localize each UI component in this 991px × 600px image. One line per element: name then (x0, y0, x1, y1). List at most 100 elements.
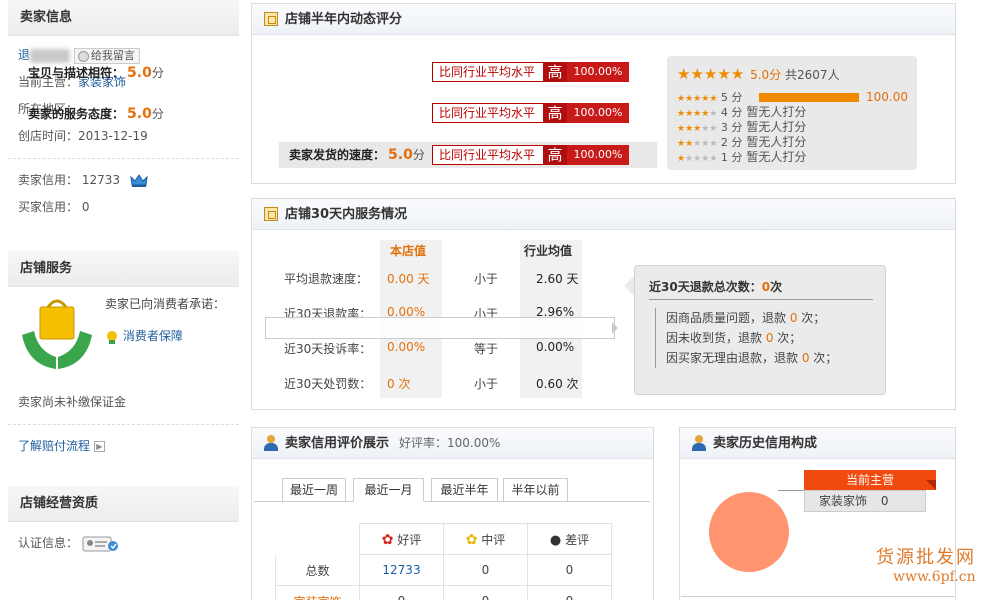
summary-unit: 分 (769, 68, 782, 82)
dsr-percent: 100.00% (567, 145, 629, 165)
service-relation: 小于 (474, 272, 499, 286)
floating-bar[interactable] (265, 317, 615, 339)
cert-row: 认证信息： (8, 530, 239, 557)
store-service-body: 卖家已向消费者承诺： 消费者保障 (8, 293, 239, 389)
reason-suffix: 次； (809, 351, 838, 365)
distribution-value: 暂无人打分 (746, 150, 807, 164)
small-star-icon: ★ (701, 94, 710, 104)
good-rate: 好评率：100.00% (399, 436, 501, 450)
rating-distribution: ★★★★★ 5.0分 共2607人 ★★★★★ 5 分 100.00 ★★★★★ 4… (667, 56, 917, 170)
distribution-label: 4 分 (720, 106, 743, 119)
buyer-credit-label: 买家信用： (18, 200, 79, 214)
star-icon: ★ (677, 65, 691, 83)
legend-connector (778, 490, 806, 491)
table-header-row: ✿ 好评 ✿ 中评 ● 差评 (275, 523, 612, 555)
refund-total-label: 近30天退款总次数： (649, 280, 762, 294)
empty-cell (275, 523, 360, 555)
tab-half-year[interactable]: 最近半年 (431, 478, 498, 502)
small-star-icon: ★ (693, 154, 702, 164)
cat-bad: 0 (527, 585, 612, 600)
history-panel-header: 卖家历史信用构成 (680, 428, 955, 459)
certification-card-icon[interactable] (82, 535, 122, 553)
compensation-process-link[interactable]: 了解赔付流程 (18, 439, 90, 453)
distribution-label: 3 分 (720, 121, 743, 134)
guarantee-badge-icon (107, 330, 117, 344)
good-label: 好评 (397, 532, 422, 547)
small-star-icon: ★ (685, 124, 694, 134)
dsr-unit: 分 (151, 66, 164, 80)
dsr-label: 卖家发货的速度： (289, 148, 386, 162)
pie-slice (709, 492, 789, 572)
service-store-value: 0.00% (387, 340, 426, 354)
legend-title: 当前主营 (804, 470, 936, 490)
tab-month[interactable]: 最近一月 (353, 478, 424, 502)
small-star-icon: ★ (685, 139, 694, 149)
user-icon (692, 435, 706, 451)
dsr-compare-text: 比同行业平均水平 (439, 65, 536, 79)
store-service-title: 店铺服务 (8, 251, 239, 287)
floating-bar-arrow (612, 322, 618, 334)
reason-text: 因买家无理由退款，退款 (666, 351, 802, 365)
distribution-label: 1 分 (720, 151, 743, 164)
history-divider (681, 596, 954, 597)
chevron-right-icon[interactable]: ▶ (93, 441, 105, 452)
small-star-icon: ★ (701, 154, 710, 164)
dsr-unit: 分 (151, 107, 164, 121)
crown-icon[interactable] (130, 173, 148, 188)
small-star-icon: ★ (685, 109, 694, 119)
compensation-row: 了解赔付流程 ▶ (8, 433, 239, 460)
refund-reasons: 因商品质量问题，退款 0 次； 因未收到货，退款 0 次； 因买家无理由退款，退款 … (655, 308, 837, 368)
refund-total-unit: 次 (770, 280, 783, 294)
cert-label: 认证信息： (18, 536, 79, 550)
distribution-value: 暂无人打分 (746, 135, 807, 149)
total-good[interactable]: 12733 (359, 554, 444, 586)
refund-reason: 因商品质量问题，退款 0 次； (666, 308, 837, 328)
small-star-icon: ★ (693, 124, 702, 134)
cat-mid: 0 (443, 585, 528, 600)
total-good-link[interactable]: 12733 (382, 563, 420, 577)
service-industry-value: 0.00% (536, 340, 575, 354)
service-industry-value: 2.60 天 (536, 272, 579, 286)
distribution-row: ★★★★★ 1 分暂无人打分 (677, 150, 913, 165)
mid-header: ✿ 中评 (443, 523, 528, 555)
small-star-icon: ★ (709, 139, 718, 149)
history-title: 卖家历史信用构成 (713, 436, 818, 451)
dsr-row: 卖家的服务态度： 5.0分 比同行业平均水平 高 100.00% (28, 101, 629, 127)
dsr-percent: 100.00% (567, 103, 629, 123)
service30-panel-header: 店铺30天内服务情况 (252, 199, 955, 230)
created-row: 创店时间：2013-12-19 (8, 123, 239, 150)
distribution-bar (759, 93, 859, 102)
small-star-icon: ★ (677, 154, 686, 164)
legend-row: 家装家饰 0 (804, 490, 926, 512)
dsr-percent: 100.00% (567, 62, 629, 82)
summary-count: 共2607人 (785, 68, 840, 82)
distribution-list: ★★★★★ 5 分 100.00 ★★★★★ 4 分暂无人打分 ★★★★★ 3 分暂无… (677, 90, 913, 165)
dsr-title: 店铺半年内动态评分 (285, 12, 403, 27)
small-star-icon: ★ (709, 124, 718, 134)
credit-pie-chart (709, 492, 789, 572)
service-row-label: 近30天投诉率： (284, 342, 372, 356)
legend-value: 0 (880, 494, 889, 508)
user-icon (264, 435, 278, 451)
small-star-icon: ★ (685, 94, 694, 104)
bad-header: ● 差评 (527, 523, 612, 555)
cat-good: 0 (359, 585, 444, 600)
dsr-level: 高 (543, 103, 567, 123)
row-label: 家装家饰 (275, 585, 360, 600)
reason-text: 因未收到货，退款 (666, 331, 766, 345)
small-star-icon: ★ (701, 124, 710, 134)
tab-week[interactable]: 最近一周 (282, 478, 346, 502)
created-value: 2013-12-19 (78, 129, 148, 143)
consumer-protection-link[interactable]: 消费者保障 (123, 329, 183, 343)
dsr-score: 5.0 (388, 147, 413, 163)
mid-label: 中评 (481, 532, 506, 547)
distribution-row: ★★★★★ 4 分暂无人打分 (677, 105, 913, 120)
seller-info-title: 卖家信息 (8, 0, 239, 36)
service-relation: 等于 (474, 342, 499, 356)
col-industry-header: 行业均值 (524, 244, 573, 258)
distribution-value: 暂无人打分 (746, 105, 807, 119)
refund-reason: 因未收到货，退款 0 次； (666, 328, 837, 348)
service30-title: 店铺30天内服务情况 (285, 207, 408, 222)
tab-before-half-year[interactable]: 半年以前 (503, 478, 568, 502)
distribution-value: 暂无人打分 (746, 120, 807, 134)
